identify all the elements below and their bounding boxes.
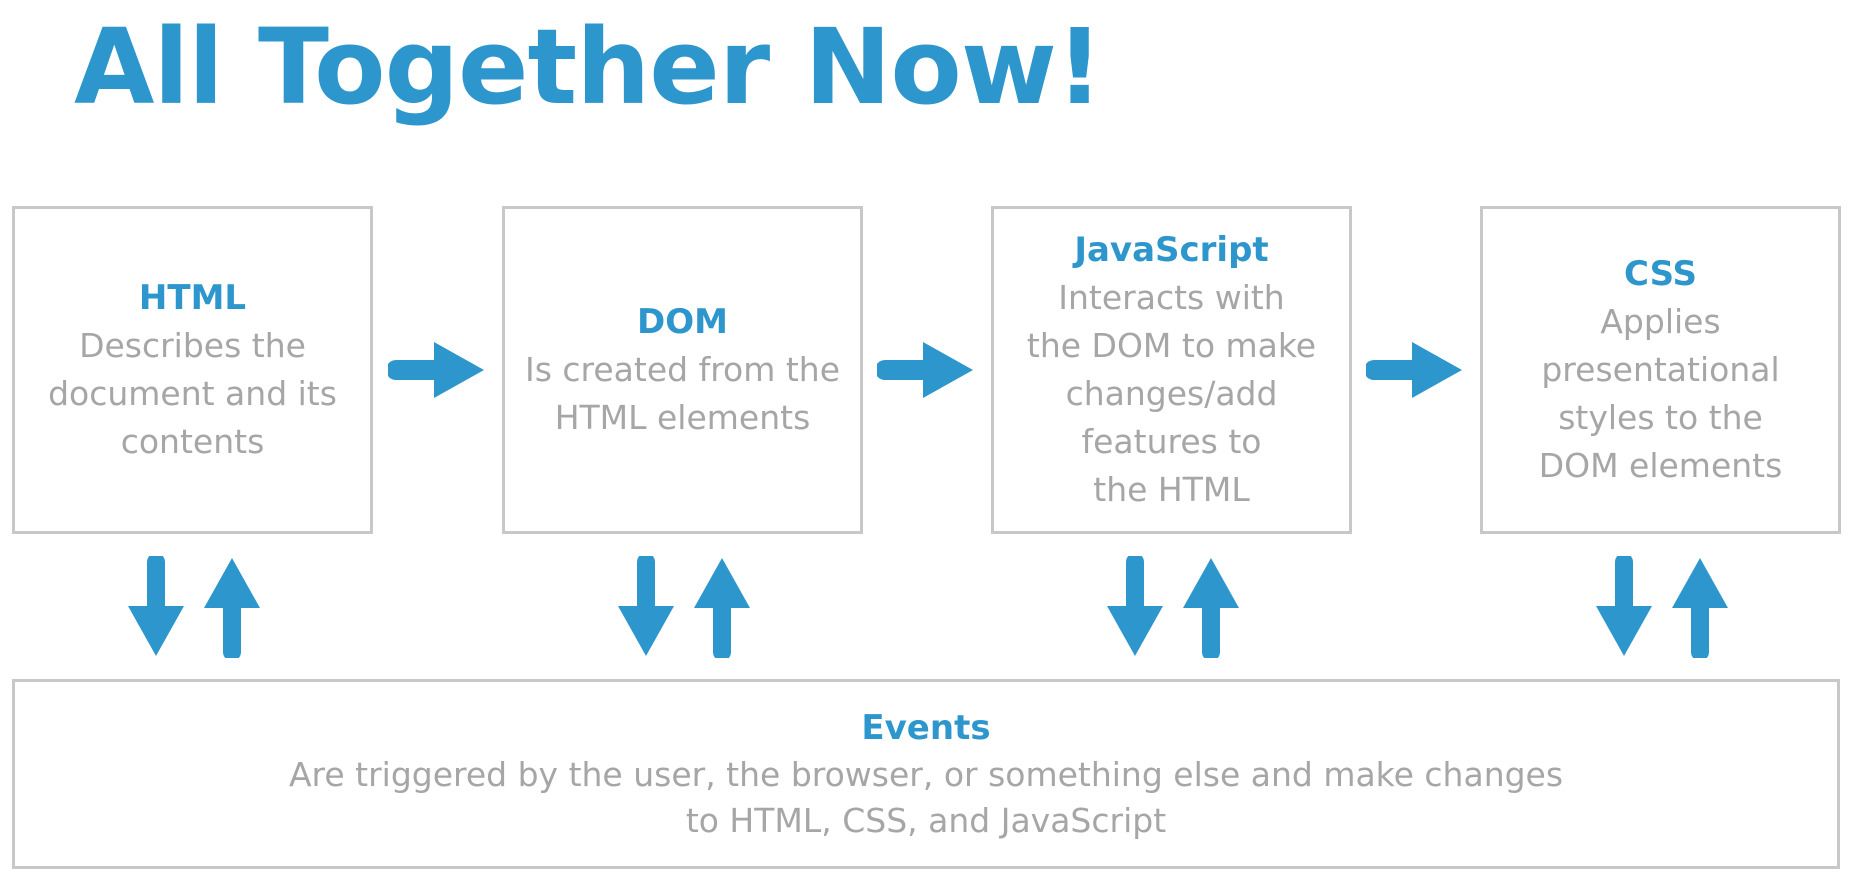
arrow-right-icon (877, 342, 973, 398)
arrow-down-icon (1596, 556, 1652, 656)
arrow-up-icon (1183, 558, 1239, 658)
arrow-down-icon (1107, 556, 1163, 656)
arrow-right-icon (388, 342, 484, 398)
box-heading-dom: DOM (637, 302, 728, 342)
arrow-down-icon (618, 556, 674, 656)
arrow-down-icon (128, 556, 184, 656)
arrow-right-icon (1366, 342, 1462, 398)
box-text-css: Applies presentational styles to the DOM… (1538, 302, 1783, 485)
box-text-dom: Is created from the HTML elements (524, 350, 841, 437)
box-javascript: JavaScript Interacts with the DOM to mak… (991, 206, 1352, 534)
arrow-pair-css-events (1596, 556, 1728, 658)
box-events: Events Are triggered by the user, the br… (12, 679, 1840, 869)
arrow-up-icon (694, 558, 750, 658)
box-dom: DOM Is created from the HTML elements (502, 206, 863, 534)
box-heading-javascript: JavaScript (1074, 230, 1269, 270)
arrow-up-icon (1672, 558, 1728, 658)
page-title: All Together Now! (74, 6, 1103, 128)
box-css: CSS Applies presentational styles to the… (1480, 206, 1841, 534)
box-heading-events: Events (861, 708, 991, 748)
arrow-pair-html-events (128, 556, 260, 658)
arrow-up-icon (204, 558, 260, 658)
box-text-html: Describes the document and its contents (48, 326, 337, 461)
box-text-javascript: Interacts with the DOM to make changes/a… (1026, 278, 1317, 509)
arrow-pair-dom-events (618, 556, 750, 658)
box-heading-html: HTML (138, 278, 247, 318)
box-html: HTML Describes the document and its cont… (12, 206, 373, 534)
box-text-events: Are triggered by the user, the browser, … (288, 755, 1564, 840)
box-heading-css: CSS (1623, 254, 1698, 294)
arrow-pair-javascript-events (1107, 556, 1239, 658)
